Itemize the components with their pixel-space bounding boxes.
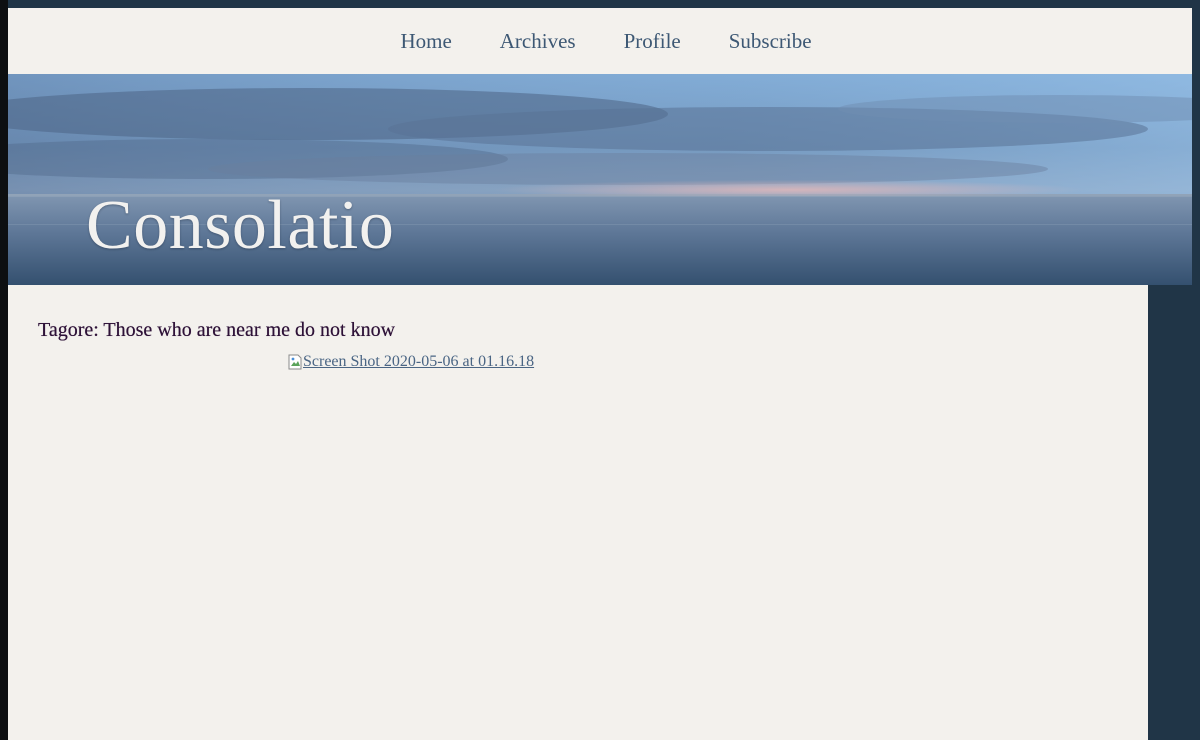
main-nav: Home Archives Profile Subscribe — [400, 29, 811, 54]
site-title[interactable]: Consolatio — [86, 191, 394, 261]
window-edge — [0, 0, 8, 740]
post-title[interactable]: Tagore: Those who are near me do not kno… — [38, 319, 395, 342]
nav-link-profile[interactable]: Profile — [624, 29, 681, 54]
broken-image-icon — [288, 354, 302, 370]
nav-link-subscribe[interactable]: Subscribe — [729, 29, 812, 54]
top-navigation-bar: Home Archives Profile Subscribe — [8, 8, 1192, 74]
nav-link-archives[interactable]: Archives — [500, 29, 576, 54]
main-content: Tagore: Those who are near me do not kno… — [8, 285, 1148, 740]
nav-link-home[interactable]: Home — [400, 29, 451, 54]
post-image-link[interactable]: Screen Shot 2020-05-06 at 01.16.18 — [288, 353, 534, 371]
post-image-alt-text: Screen Shot 2020-05-06 at 01.16.18 — [303, 353, 535, 370]
header-banner: Consolatio — [8, 74, 1192, 285]
